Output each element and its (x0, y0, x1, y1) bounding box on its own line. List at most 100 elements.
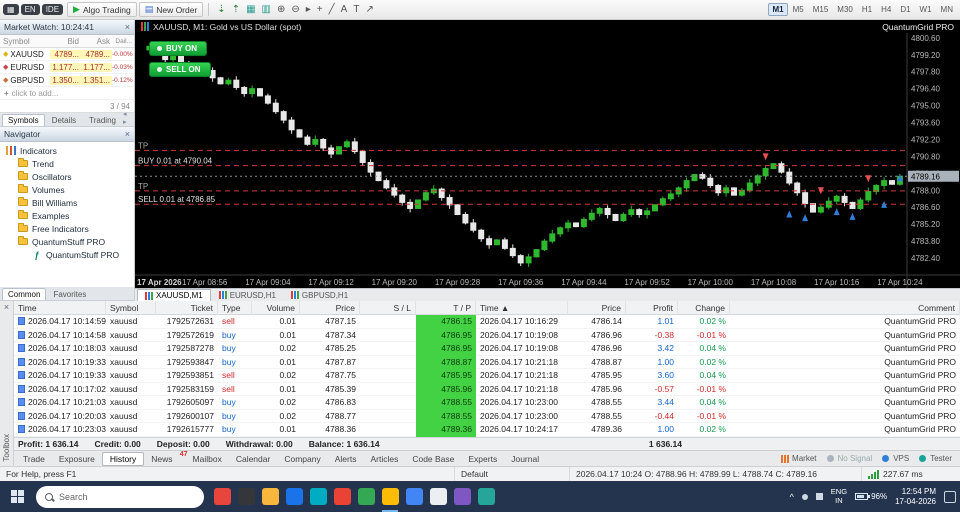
overlay-language-chip[interactable]: EN (20, 4, 40, 15)
chart-tab-gbpusd-h1[interactable]: GBPUSD,H1 (284, 289, 355, 301)
taskbar-app-icon[interactable] (306, 481, 330, 512)
market-watch-row[interactable]: ◆ XAUUSD 4789... 4789... -0.00% (0, 48, 134, 61)
cursor-icon[interactable]: ▸ (303, 4, 314, 15)
tab-scroll-arrows[interactable]: ◂ ▸ (123, 110, 132, 126)
toolbox-tab-news[interactable]: News 47 (144, 451, 187, 465)
tree-node-indicator-item[interactable]: ƒ QuantumStuff PRO (0, 248, 134, 261)
sell-on-button[interactable]: SELL ON (149, 62, 211, 77)
taskbar-app-icon[interactable] (402, 481, 426, 512)
zoom-out-icon[interactable]: ⊖ (288, 4, 302, 15)
battery-indicator[interactable]: 96% (855, 492, 887, 501)
tree-node-oscillators[interactable]: Oscillators (0, 170, 134, 183)
deal-row[interactable]: 2026.04.17 10:19:33 xauusd 1792593847 buy 0.… (14, 355, 960, 369)
tab-trading[interactable]: Trading (83, 114, 122, 126)
buy-on-button[interactable]: BUY ON (149, 41, 207, 56)
toolbox-tab-journal[interactable]: Journal (504, 453, 546, 465)
toolbox-tab-code-base[interactable]: Code Base (405, 453, 461, 465)
arrow-tool-icon[interactable]: ↗ (362, 4, 376, 15)
zoom-in-icon[interactable]: ⊕ (274, 4, 288, 15)
taskbar-app-icon[interactable] (450, 481, 474, 512)
toolbox-tab-articles[interactable]: Articles (363, 453, 405, 465)
tab-details[interactable]: Details (46, 114, 82, 126)
column-header-t-p[interactable]: T / P (416, 301, 476, 315)
column-header-symbol[interactable]: Symbol (106, 301, 156, 315)
column-header-price[interactable]: Price (568, 301, 626, 315)
tree-node-indicators[interactable]: Indicators (0, 144, 134, 157)
taskbar-app-icon[interactable] (354, 481, 378, 512)
tree-node-bill-williams[interactable]: Bill Williams (0, 196, 134, 209)
ask-column-header[interactable]: Ask (81, 37, 112, 46)
status-item-vps[interactable]: VPS (882, 454, 909, 463)
taskbar-app-icon[interactable] (426, 481, 450, 512)
toolbox-tab-history[interactable]: History (101, 451, 145, 466)
deal-row[interactable]: 2026.04.17 10:14:58 xauusd 1792572619 buy 0.… (14, 328, 960, 342)
timeframe-w1[interactable]: W1 (916, 3, 936, 16)
timeframe-h4[interactable]: H4 (877, 3, 895, 16)
taskbar-app-icon[interactable] (258, 481, 282, 512)
timeframe-m15[interactable]: M15 (809, 3, 833, 16)
timeframe-m30[interactable]: M30 (833, 3, 857, 16)
taskbar-app-icon[interactable] (234, 481, 258, 512)
column-header-profit[interactable]: Profit (626, 301, 678, 315)
tile-windows-icon[interactable]: ▦ (243, 4, 258, 15)
status-item-market[interactable]: Market (781, 454, 817, 463)
toolbox-tab-company[interactable]: Company (277, 453, 327, 465)
algo-trading-button[interactable]: ▶ Algo Trading (67, 2, 137, 17)
deal-row[interactable]: 2026.04.17 10:17:02 xauusd 1792583159 sell 0… (14, 382, 960, 396)
toolbox-tab-trade[interactable]: Trade (16, 453, 52, 465)
column-header-time[interactable]: Time (14, 301, 106, 315)
column-header-change[interactable]: Change (678, 301, 730, 315)
taskbar-search[interactable]: Search (36, 485, 204, 508)
start-button[interactable] (4, 481, 30, 512)
timeframe-h1[interactable]: H1 (858, 3, 876, 16)
deal-row[interactable]: 2026.04.17 10:21:03 xauusd 1792605097 buy 0.… (14, 396, 960, 410)
market-watch-row[interactable]: ◆ EURUSD 1.177... 1.177... -0.03% (0, 61, 134, 74)
profile-selector[interactable]: Default (455, 466, 570, 482)
language-indicator[interactable]: ENG IN (831, 487, 847, 505)
chart-tab-eurusd-h1[interactable]: EURUSD,H1 (212, 289, 283, 301)
tree-node-trend[interactable]: Trend (0, 157, 134, 170)
column-header-type[interactable]: Type (218, 301, 252, 315)
chart-tab-xauusd-m1[interactable]: XAUUSD,M1 (137, 289, 211, 301)
taskbar-app-icon[interactable] (378, 481, 402, 512)
connection-status[interactable]: 227.67 ms (862, 467, 960, 482)
tree-node-examples[interactable]: Examples (0, 209, 134, 222)
toolbox-tab-alerts[interactable]: Alerts (328, 453, 364, 465)
text-tool-icon[interactable]: A (338, 4, 351, 15)
chart-area[interactable]: 4800.60 4799.20 4797.80 4796.40 4795.00 4793.… (135, 33, 960, 288)
label-tool-icon[interactable]: T (350, 4, 362, 15)
timeframe-mn[interactable]: MN (937, 3, 957, 16)
tray-chevron-icon[interactable]: ^ (790, 492, 794, 502)
column-header-ticket[interactable]: Ticket (156, 301, 218, 315)
deal-row[interactable]: 2026.04.17 10:20:03 xauusd 1792600107 buy 0.… (14, 409, 960, 423)
taskbar-app-icon[interactable] (282, 481, 306, 512)
bid-column-header[interactable]: Bid (50, 37, 81, 46)
toolbox-tab-calendar[interactable]: Calendar (229, 453, 278, 465)
close-icon[interactable]: × (4, 302, 9, 312)
taskbar-app-icon[interactable] (330, 481, 354, 512)
timeframe-m5[interactable]: M5 (789, 3, 808, 16)
cascade-windows-icon[interactable]: ▥ (259, 4, 274, 15)
tab-common[interactable]: Common (2, 288, 47, 300)
column-header-s-l[interactable]: S / L (360, 301, 416, 315)
close-icon[interactable]: × (125, 22, 130, 32)
withdraw-icon[interactable]: ⇡ (229, 4, 243, 15)
column-header-time[interactable]: Time ▲ (476, 301, 568, 315)
column-header-volume[interactable]: Volume (252, 301, 300, 315)
tab-symbols[interactable]: Symbols (2, 114, 45, 126)
taskbar-app-icon[interactable] (474, 481, 498, 512)
tab-favorites[interactable]: Favorites (47, 288, 92, 300)
tray-icon[interactable] (815, 493, 823, 500)
click-to-add-row[interactable]: + click to add... (0, 87, 134, 100)
tree-node-free-indicators[interactable]: Free Indicators (0, 222, 134, 235)
market-watch-row[interactable]: ◆ GBPUSD 1.350... 1.351... -0.12% (0, 74, 134, 87)
overlay-app-icon[interactable]: ▦ (3, 4, 19, 15)
status-item-tester[interactable]: Tester (919, 454, 952, 463)
tray-icon[interactable] (801, 493, 808, 500)
overlay-ide-chip[interactable]: IDE (41, 4, 64, 15)
deal-row[interactable]: 2026.04.17 10:18:03 xauusd 1792587278 buy 0.… (14, 342, 960, 356)
crosshair-icon[interactable]: + (314, 4, 326, 15)
tree-node-volumes[interactable]: Volumes (0, 183, 134, 196)
close-icon[interactable]: × (125, 129, 130, 139)
toolbox-tab-mailbox[interactable]: Mailbox (186, 453, 229, 465)
